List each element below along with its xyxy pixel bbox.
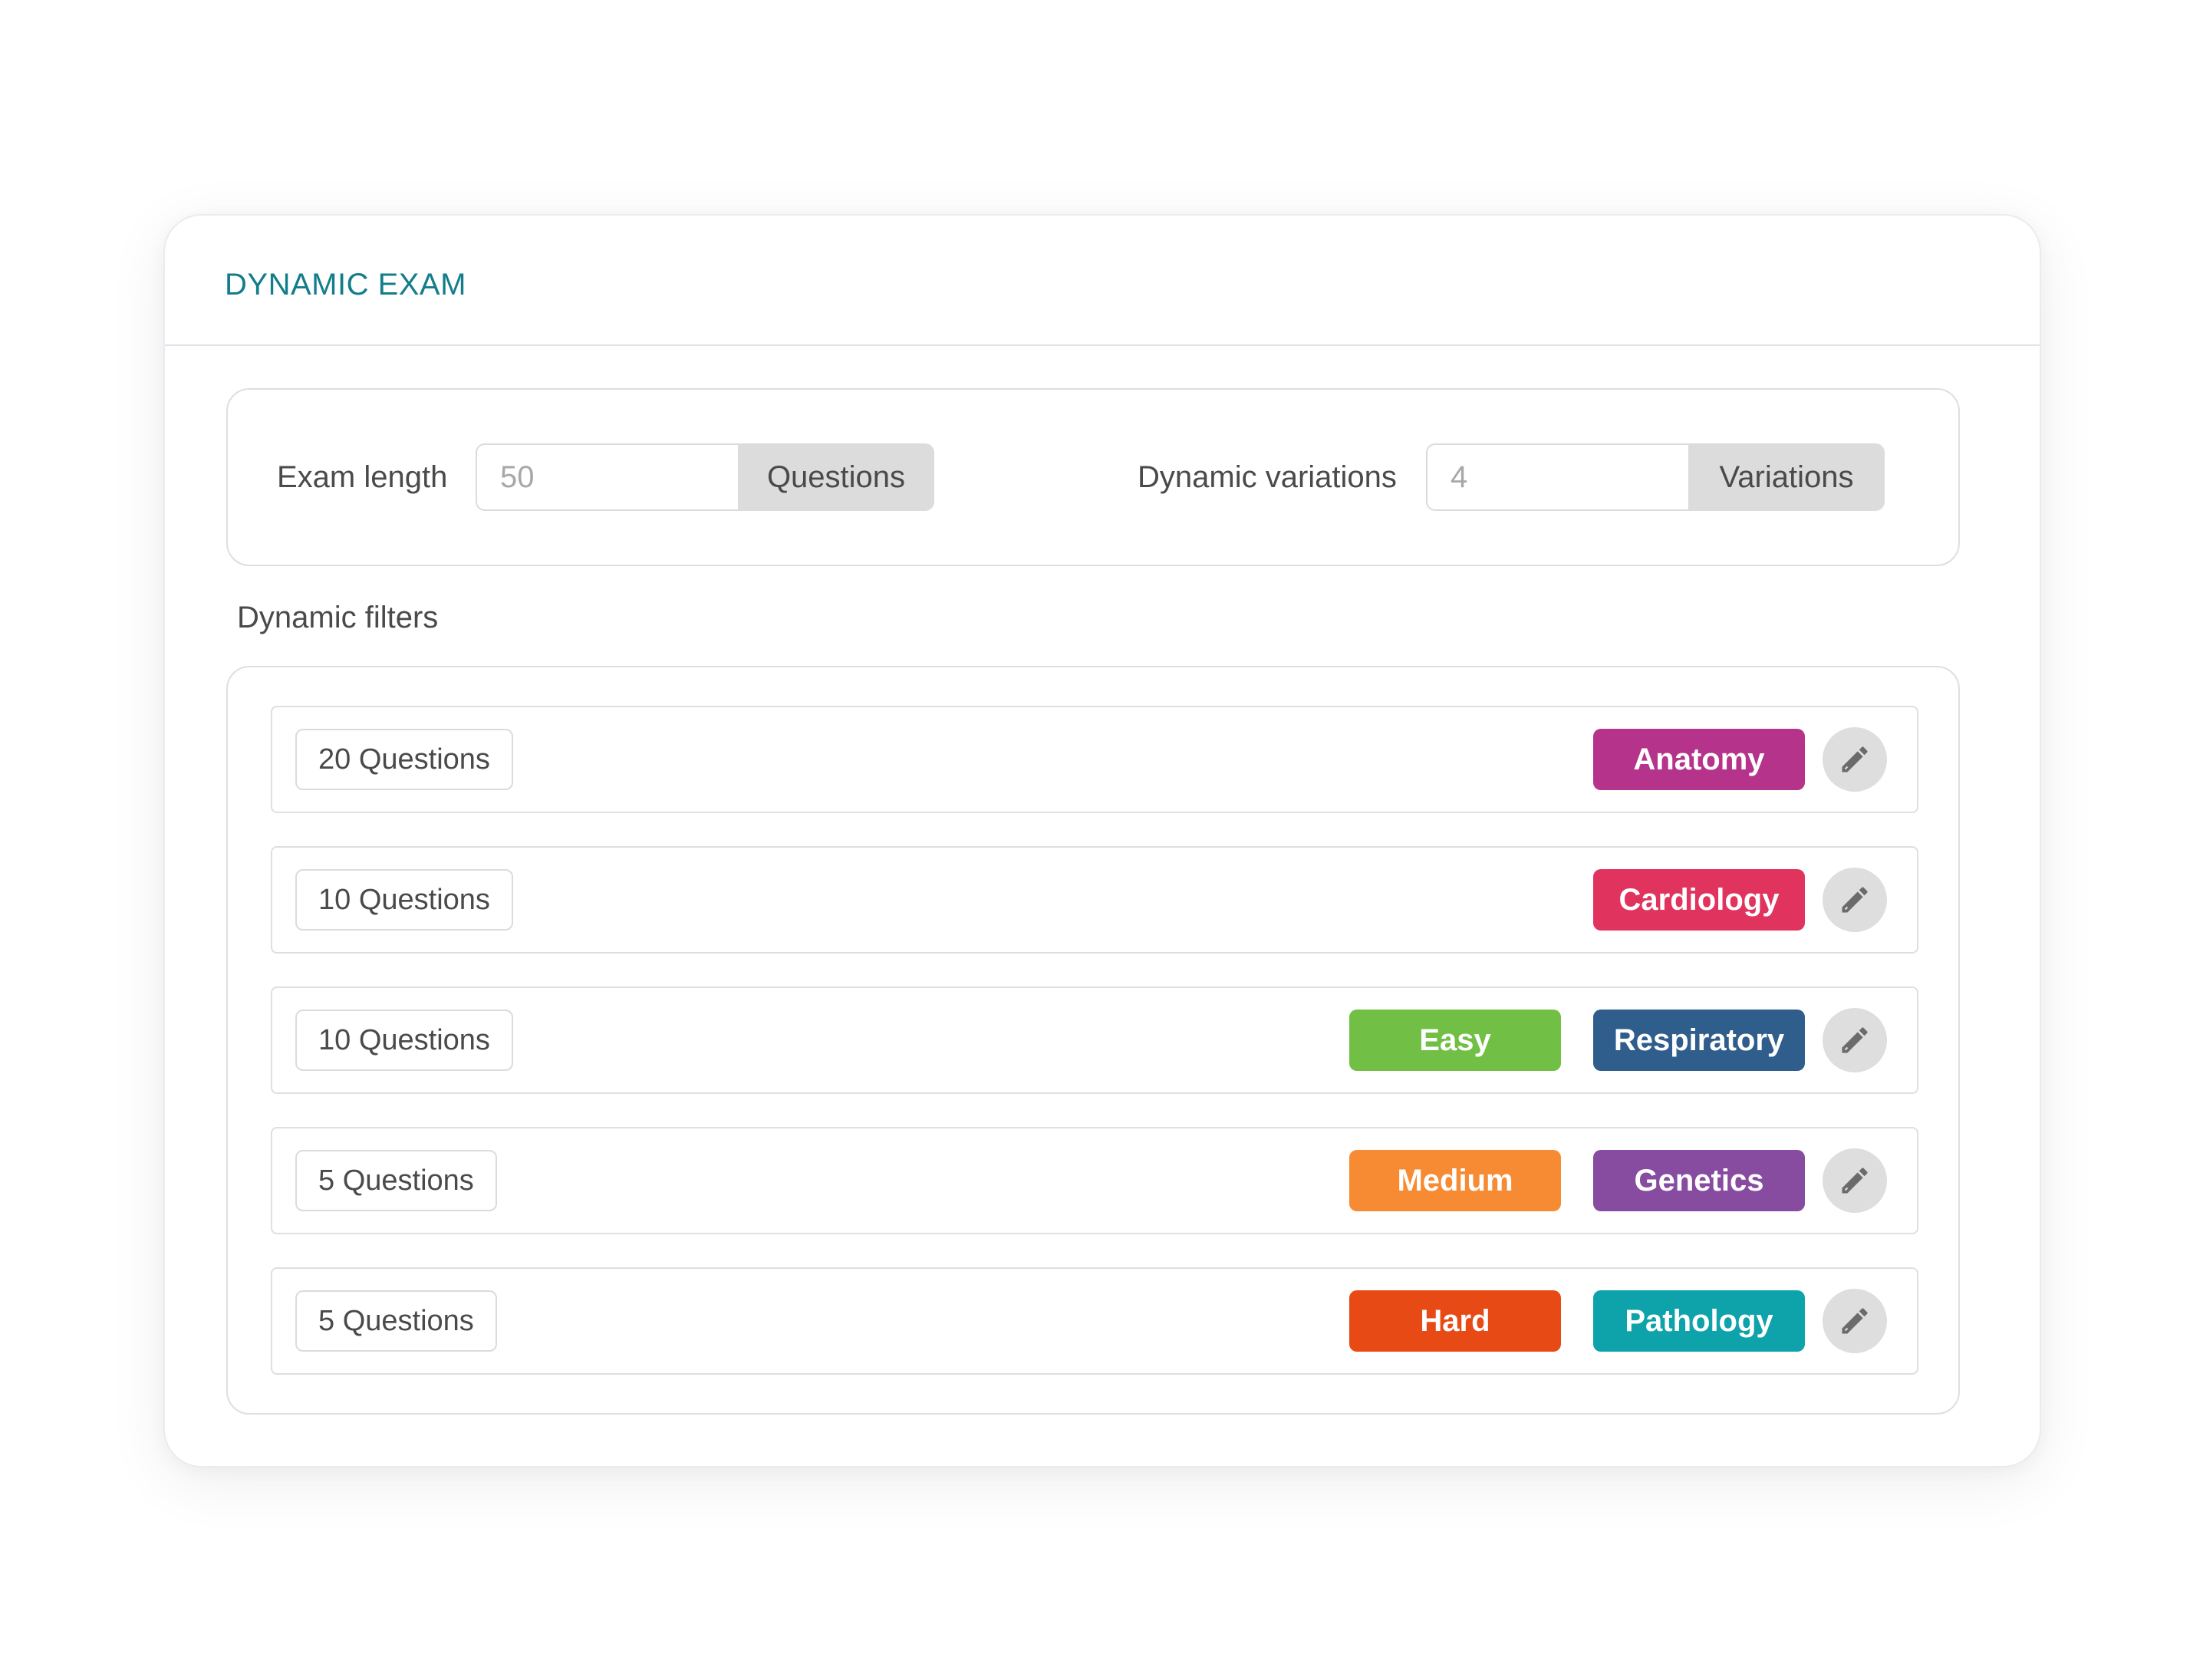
- edit-filter-button[interactable]: [1823, 727, 1887, 792]
- filter-row: 10 Questions Cardiology: [271, 846, 1918, 954]
- dynamic-variations-addon: Variations: [1688, 443, 1885, 511]
- topic-tag: Genetics: [1593, 1150, 1805, 1211]
- exam-length-label: Exam length: [277, 460, 448, 494]
- topic-tag: Pathology: [1593, 1290, 1805, 1352]
- exam-length-group: Questions: [476, 443, 934, 511]
- filter-row: 20 Questions Anatomy: [271, 706, 1918, 813]
- card-header: DYNAMIC EXAM: [165, 216, 2040, 346]
- edit-filter-button[interactable]: [1823, 1289, 1887, 1353]
- dynamic-filters-panel: 20 Questions Anatomy 10 Questions Cardiolog…: [226, 666, 1960, 1415]
- pencil-icon: [1842, 1308, 1868, 1334]
- filter-row: 10 Questions Easy Respiratory: [271, 987, 1918, 1094]
- topic-tag: Respiratory: [1593, 1010, 1805, 1071]
- edit-filter-button[interactable]: [1823, 1008, 1887, 1072]
- dynamic-filters-label: Dynamic filters: [237, 601, 439, 634]
- topic-tag: Anatomy: [1593, 729, 1805, 790]
- dynamic-exam-card: DYNAMIC EXAM Exam length Questions Dynam…: [163, 214, 2041, 1468]
- exam-length-addon: Questions: [738, 443, 934, 511]
- card-title: DYNAMIC EXAM: [225, 268, 466, 301]
- question-count-badge: 5 Questions: [295, 1290, 497, 1352]
- dynamic-variations-input[interactable]: [1426, 443, 1688, 511]
- filter-row: 5 Questions Medium Genetics: [271, 1127, 1918, 1234]
- exam-settings-panel: Exam length Questions Dynamic variations…: [226, 388, 1960, 566]
- question-count-badge: 10 Questions: [295, 1010, 513, 1071]
- filter-row: 5 Questions Hard Pathology: [271, 1267, 1918, 1375]
- difficulty-tag: Easy: [1349, 1010, 1561, 1071]
- exam-length-input[interactable]: [476, 443, 738, 511]
- pencil-icon: [1842, 1027, 1868, 1053]
- dynamic-variations-label: Dynamic variations: [1138, 460, 1397, 494]
- question-count-badge: 5 Questions: [295, 1150, 497, 1211]
- question-count-badge: 10 Questions: [295, 869, 513, 931]
- topic-tag: Cardiology: [1593, 869, 1805, 931]
- edit-filter-button[interactable]: [1823, 1148, 1887, 1213]
- pencil-icon: [1842, 1168, 1868, 1194]
- difficulty-tag: Hard: [1349, 1290, 1561, 1352]
- pencil-icon: [1842, 887, 1868, 913]
- dynamic-variations-group: Variations: [1426, 443, 1885, 511]
- question-count-badge: 20 Questions: [295, 729, 513, 790]
- edit-filter-button[interactable]: [1823, 868, 1887, 932]
- difficulty-tag: Medium: [1349, 1150, 1561, 1211]
- pencil-icon: [1842, 746, 1868, 772]
